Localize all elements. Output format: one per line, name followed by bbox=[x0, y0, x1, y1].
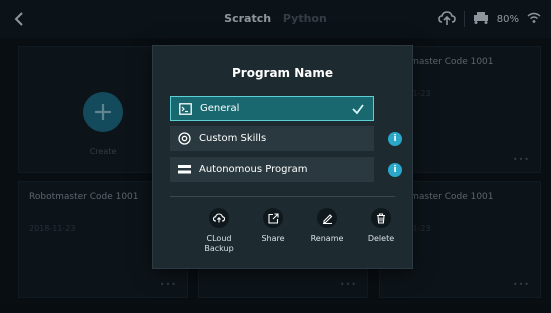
action-label: Delete bbox=[367, 234, 395, 243]
cloud-backup-icon bbox=[209, 208, 229, 228]
trash-icon bbox=[371, 208, 391, 228]
option-general[interactable]: General bbox=[170, 96, 374, 121]
action-label: Rename bbox=[310, 234, 344, 243]
dialog-title: Program Name bbox=[231, 66, 334, 80]
terminal-icon bbox=[178, 102, 192, 116]
rename-button[interactable]: Rename bbox=[302, 208, 352, 244]
option-label: Custom Skills bbox=[199, 133, 267, 144]
delete-button[interactable]: Delete bbox=[356, 208, 406, 244]
check-icon bbox=[352, 104, 364, 115]
cloud-backup-button[interactable]: CLoud Backup bbox=[194, 208, 244, 254]
option-label: Autonomous Program bbox=[199, 164, 308, 175]
info-icon[interactable]: i bbox=[388, 132, 402, 146]
action-bar: CLoud Backup Share Rename Delete bbox=[170, 208, 395, 264]
program-name-dialog: Program Name General Custom Skills i Aut… bbox=[152, 45, 413, 269]
option-label: General bbox=[200, 103, 240, 114]
divider bbox=[170, 196, 395, 197]
action-label: CLoud Backup bbox=[204, 234, 234, 253]
rename-icon bbox=[317, 208, 337, 228]
share-button[interactable]: Share bbox=[248, 208, 298, 244]
option-autonomous-program[interactable]: Autonomous Program bbox=[170, 157, 374, 182]
info-icon[interactable]: i bbox=[388, 163, 402, 177]
program-icon bbox=[177, 163, 191, 177]
share-icon bbox=[263, 208, 283, 228]
action-label: Share bbox=[261, 234, 285, 243]
option-custom-skills[interactable]: Custom Skills bbox=[170, 126, 374, 151]
skills-icon bbox=[177, 132, 191, 146]
